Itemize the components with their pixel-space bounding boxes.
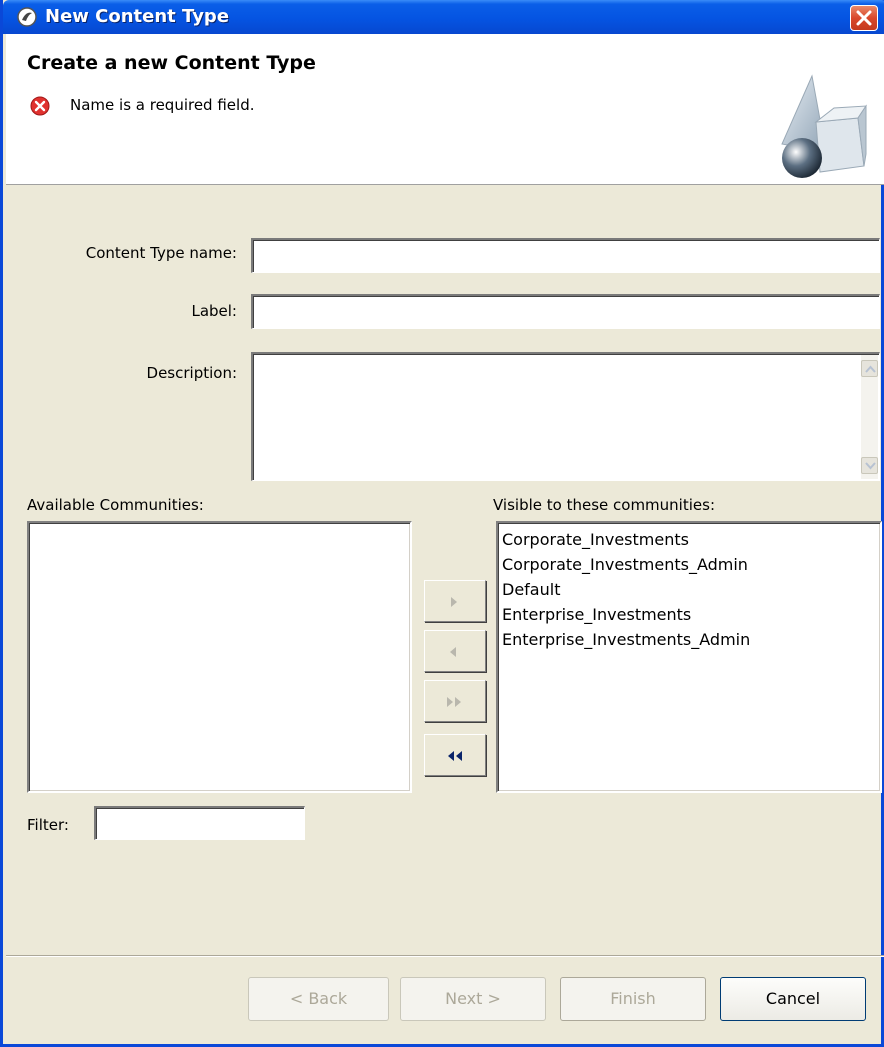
label-input[interactable] [251,294,880,329]
remove-selected-button[interactable] [424,630,486,672]
close-button[interactable] [850,5,878,31]
arrow-right-icon [451,597,457,607]
scroll-down-button[interactable] [861,457,878,474]
content-type-name-input[interactable] [251,238,880,273]
title-bar[interactable]: New Content Type [3,0,884,34]
visible-communities-label: Visible to these communities: [493,496,715,514]
description-scrollbar[interactable] [861,355,878,479]
description-textarea[interactable] [251,352,880,481]
filter-input[interactable] [94,806,305,840]
chevron-down-icon [865,462,876,470]
available-communities-list[interactable] [27,521,412,793]
list-item[interactable]: Default [498,577,880,602]
list-item[interactable]: Corporate_Investments [498,527,880,552]
finish-button[interactable]: Finish [560,977,706,1021]
list-item[interactable]: Enterprise_Investments_Admin [498,627,880,652]
next-button[interactable]: Next > [400,977,546,1021]
filter-label: Filter: [27,816,69,834]
content-type-name-label: Content Type name: [85,244,237,262]
page-title: Create a new Content Type [27,52,316,74]
close-icon [856,10,872,26]
new-content-type-dialog: New Content Type Create a new Content Ty… [0,0,884,1047]
arrow-left-icon [450,647,456,657]
back-button[interactable]: < Back [248,977,389,1021]
error-icon [30,96,50,116]
available-communities-label: Available Communities: [27,496,204,514]
double-arrow-left-icon [448,751,462,761]
double-arrow-right-icon [447,697,461,707]
error-message: Name is a required field. [70,96,255,114]
visible-communities-list[interactable]: Corporate_Investments Corporate_Investme… [496,521,882,793]
add-selected-button[interactable] [424,580,486,622]
app-icon [17,7,37,27]
wizard-graphic-icon [781,74,867,178]
list-item[interactable]: Corporate_Investments_Admin [498,552,880,577]
cancel-button[interactable]: Cancel [720,977,866,1021]
button-bar-separator [6,955,884,957]
chevron-up-icon [865,365,876,373]
remove-all-button[interactable] [424,734,486,776]
add-all-button[interactable] [424,680,486,722]
description-label: Description: [146,364,237,382]
wizard-header: Create a new Content Type Name is a requ… [6,34,884,185]
label-label: Label: [191,302,237,320]
scroll-up-button[interactable] [861,360,878,377]
list-item[interactable]: Enterprise_Investments [498,602,880,627]
window-title: New Content Type [45,6,230,27]
